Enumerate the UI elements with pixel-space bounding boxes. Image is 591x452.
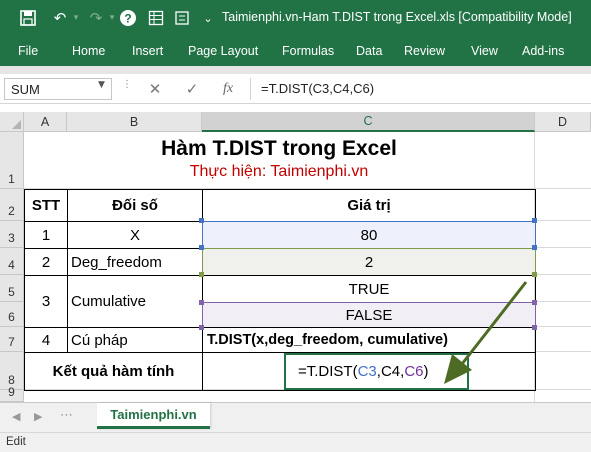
cell-a5[interactable]: 3 [24,275,68,328]
formula-prefix: =T.DIST( [298,363,358,380]
resize-handle-icon[interactable]: ⋮ [122,80,132,90]
row-header-4[interactable]: 4 [0,248,24,275]
sheet-title: Hàm T.DIST trong Excel [161,137,397,160]
cancel-icon[interactable]: ✕ [145,80,165,98]
customize-qat-icon[interactable]: ⌄ [198,8,218,28]
enter-icon[interactable]: ✓ [182,80,202,98]
sheet-icon[interactable] [146,8,166,28]
column-header-d[interactable]: D [535,112,591,132]
ribbon-tabs: File Home Insert Page Layout Formulas Da… [0,36,591,66]
cell-b3[interactable]: X [67,221,203,249]
tab-view[interactable]: View [471,44,498,58]
formula-suffix: ) [423,363,429,380]
tab-data[interactable]: Data [356,44,382,58]
ref-c4: C4 [380,363,401,380]
cell-b4[interactable]: Deg_freedom [67,248,203,276]
row-header-2[interactable]: 2 [0,189,24,221]
ref-c6: C6 [404,363,424,380]
save-icon[interactable] [18,8,38,28]
tab-insert[interactable]: Insert [132,44,163,58]
tab-page-layout[interactable]: Page Layout [188,44,258,58]
next-sheet-icon[interactable]: ▶ [34,410,42,423]
form-icon[interactable] [172,8,192,28]
tab-review[interactable]: Review [404,44,445,58]
cell-b7[interactable]: Cú pháp [67,327,203,353]
formula-input[interactable]: =T.DIST(C3,C4,C6) [250,78,587,100]
select-all-icon [12,120,21,129]
tab-formulas[interactable]: Formulas [282,44,334,58]
ribbon-collapsed-area [0,66,591,74]
svg-text:?: ? [124,12,131,26]
row-header-7[interactable]: 7 [0,327,24,352]
tab-file[interactable]: File [18,44,38,58]
insert-function-icon[interactable]: fx [218,80,238,98]
sheet-options-icon[interactable]: ⋯ [60,408,73,423]
row-header-9[interactable]: 9 [0,385,24,402]
name-box[interactable]: SUM [4,78,112,100]
status-bar: Edit [0,432,591,452]
cell-b5[interactable]: Cumulative [67,275,203,328]
column-header-b[interactable]: B [67,112,202,132]
cell-a7[interactable]: 4 [24,327,68,353]
undo-dropdown-icon[interactable]: ▾ [66,8,86,28]
cell-a4[interactable]: 2 [24,248,68,276]
formula-bar: SUM ▼ ⋮ ✕ ✓ fx =T.DIST(C3,C4,C6) [0,74,591,104]
column-header-a[interactable]: A [24,112,67,132]
row-header-1[interactable]: 1 [0,132,24,189]
tab-home[interactable]: Home [72,44,105,58]
prev-sheet-icon[interactable]: ◀ [12,410,20,423]
sheet-subtitle: Thực hiện: Taimienphi.vn [189,163,369,180]
title-bar: ↶ ▾ ↷ ▾ ? ⌄ Taimienphi.vn-Ham T.DIST tro… [0,0,591,36]
cell-a3[interactable]: 1 [24,221,68,249]
column-header-c[interactable]: C [202,112,535,132]
result-label[interactable]: Kết quả hàm tính [24,352,203,391]
sheet-tab-active[interactable]: Taimienphi.vn [97,403,210,429]
row-header-5[interactable]: 5 [0,275,24,302]
row-header-3[interactable]: 3 [0,221,24,248]
ref-c3: C3 [357,363,377,380]
name-box-dropdown-icon[interactable]: ▼ [98,80,105,90]
window-title: Taimienphi.vn-Ham T.DIST trong Excel.xls… [222,10,572,24]
sheet-tab-bar: ◀ ▶ ⋯ Taimienphi.vn [0,402,591,432]
annotation-arrow [444,281,528,384]
status-mode: Edit [6,436,26,448]
spacer [0,104,591,112]
help-icon[interactable]: ? [118,8,138,28]
select-all-button[interactable] [0,112,24,132]
header-arg[interactable]: Đối số [67,189,203,222]
header-stt[interactable]: STT [24,189,68,222]
row-header-6[interactable]: 6 [0,302,24,327]
tab-add-ins[interactable]: Add-ins [522,44,564,58]
